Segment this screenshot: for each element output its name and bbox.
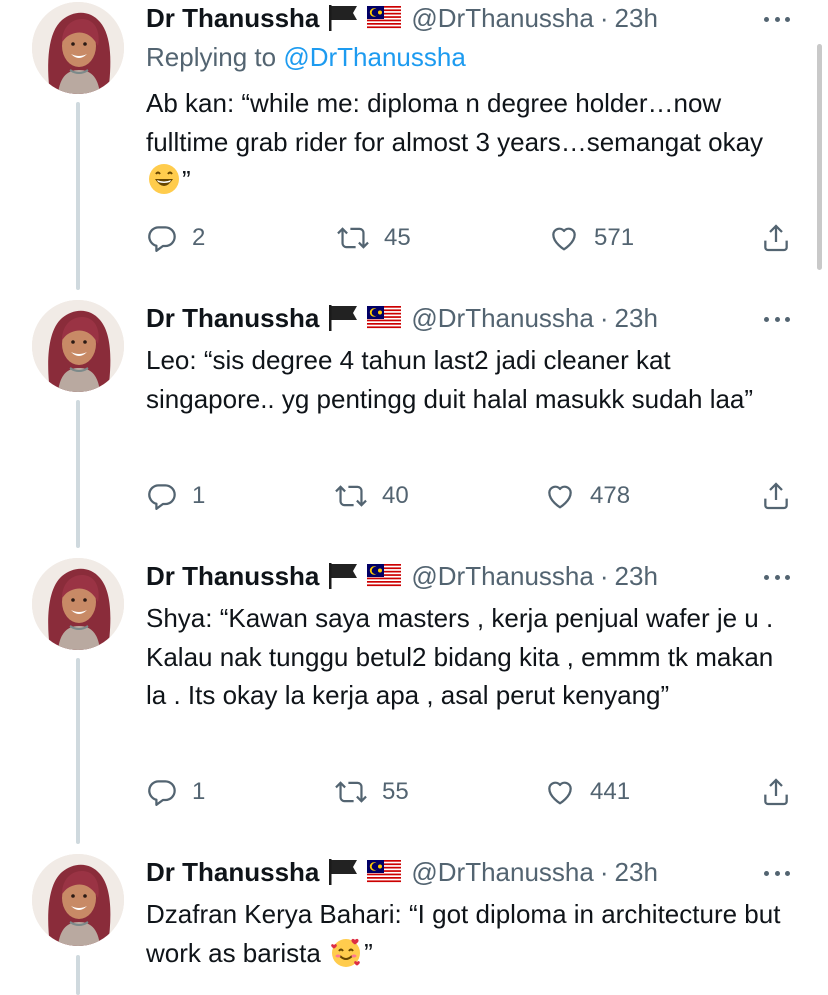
separator: ·	[599, 560, 609, 591]
avatar[interactable]	[32, 558, 124, 650]
reply-button[interactable]: 1	[146, 776, 205, 808]
share-button[interactable]	[760, 222, 792, 259]
reply-icon	[146, 480, 178, 512]
malaysia-flag-icon	[367, 6, 402, 30]
black-flag-icon	[327, 4, 359, 32]
avatar[interactable]	[32, 854, 124, 946]
tweet[interactable]: Dr Thanussha @DrThanussha · 23h Dzafran …	[0, 854, 828, 985]
malaysia-flag-icon	[367, 564, 402, 588]
author-handle[interactable]: @DrThanussha	[411, 303, 593, 334]
retweet-icon	[334, 776, 368, 808]
share-button[interactable]	[760, 480, 792, 517]
retweet-icon	[334, 480, 368, 512]
more-icon[interactable]	[762, 562, 792, 592]
tweet-header: Dr Thanussha @DrThanussha · 23h	[146, 0, 658, 36]
author-name[interactable]: Dr Thanussha	[146, 3, 319, 34]
separator: ·	[599, 856, 609, 887]
share-icon	[760, 224, 792, 258]
tweet-text-tail: ”	[364, 937, 373, 968]
tweet[interactable]: Dr Thanussha @DrThanussha · 23h Shya: “K…	[0, 558, 828, 846]
timestamp[interactable]: 23h	[615, 303, 658, 334]
like-button[interactable]: 478	[544, 480, 630, 512]
like-count: 571	[594, 224, 635, 251]
reply-button[interactable]: 1	[146, 480, 205, 512]
timestamp[interactable]: 23h	[615, 561, 658, 592]
author-name[interactable]: Dr Thanussha	[146, 857, 319, 888]
tweet-text: Shya: “Kawan saya masters , kerja penjua…	[146, 603, 781, 710]
retweet-count: 40	[382, 482, 409, 509]
malaysia-flag-icon	[367, 306, 402, 330]
share-icon	[760, 482, 792, 516]
reply-icon	[146, 222, 178, 254]
mention-link[interactable]: @DrThanussha	[283, 42, 465, 72]
retweet-button[interactable]: 40	[334, 480, 409, 512]
action-bar: 1 40 478	[146, 480, 796, 516]
like-button[interactable]: 571	[548, 222, 634, 254]
more-icon[interactable]	[762, 858, 792, 888]
like-icon	[544, 776, 576, 808]
timestamp[interactable]: 23h	[615, 3, 658, 34]
tweet-text: Leo: “sis degree 4 tahun last2 jadi clea…	[146, 345, 754, 414]
tweet-header: Dr Thanussha @DrThanussha · 23h	[146, 558, 658, 594]
like-icon	[544, 480, 576, 512]
avatar[interactable]	[32, 300, 124, 392]
more-icon[interactable]	[762, 304, 792, 334]
grinning-face-emoji	[148, 163, 180, 195]
separator: ·	[599, 2, 609, 33]
tweet-text-body: Ab kan: “while me: diploma n degree hold…	[146, 88, 771, 157]
black-flag-icon	[327, 562, 359, 590]
action-bar: 2 45 571	[146, 222, 796, 258]
tweet-header: Dr Thanussha @DrThanussha · 23h	[146, 854, 658, 890]
replying-to: Replying to @DrThanussha	[146, 42, 466, 73]
tweet-header: Dr Thanussha @DrThanussha · 23h	[146, 300, 658, 336]
replying-label: Replying to	[146, 42, 277, 72]
like-icon	[548, 222, 580, 254]
share-icon	[760, 778, 792, 812]
smiling-face-with-hearts-emoji	[330, 936, 362, 968]
tweet-text-body: Dzafran Kerya Bahari: “I got diploma in …	[146, 899, 788, 968]
black-flag-icon	[327, 304, 359, 332]
more-icon[interactable]	[762, 4, 792, 34]
timestamp[interactable]: 23h	[615, 857, 658, 888]
like-button[interactable]: 441	[544, 776, 630, 808]
author-handle[interactable]: @DrThanussha	[411, 3, 593, 34]
reply-icon	[146, 776, 178, 808]
tweet-text: Ab kan: “while me: diploma n degree hold…	[146, 84, 796, 200]
tweet-text-tail: ”	[182, 165, 191, 195]
retweet-button[interactable]: 45	[336, 222, 411, 254]
share-button[interactable]	[760, 776, 792, 813]
tweet[interactable]: Dr Thanussha @DrThanussha · 23h Replying…	[0, 0, 828, 290]
black-flag-icon	[327, 858, 359, 886]
author-name[interactable]: Dr Thanussha	[146, 303, 319, 334]
retweet-count: 45	[384, 224, 411, 251]
separator: ·	[599, 302, 609, 333]
retweet-button[interactable]: 55	[334, 776, 409, 808]
retweet-count: 55	[382, 778, 409, 805]
reply-count: 1	[192, 482, 206, 509]
avatar[interactable]	[32, 2, 124, 94]
author-handle[interactable]: @DrThanussha	[411, 857, 593, 888]
like-count: 441	[590, 778, 631, 805]
tweet[interactable]: Dr Thanussha @DrThanussha · 23h Leo: “si…	[0, 300, 828, 550]
retweet-icon	[336, 222, 370, 254]
scrollbar[interactable]	[817, 44, 822, 270]
action-bar: 1 55 441	[146, 776, 796, 812]
reply-count: 1	[192, 778, 206, 805]
malaysia-flag-icon	[367, 860, 402, 884]
reply-button[interactable]: 2	[146, 222, 205, 254]
like-count: 478	[590, 482, 631, 509]
tweet-text: Dzafran Kerya Bahari: “I got diploma in …	[146, 895, 796, 972]
author-handle[interactable]: @DrThanussha	[411, 561, 593, 592]
author-name[interactable]: Dr Thanussha	[146, 561, 319, 592]
reply-count: 2	[192, 224, 206, 251]
